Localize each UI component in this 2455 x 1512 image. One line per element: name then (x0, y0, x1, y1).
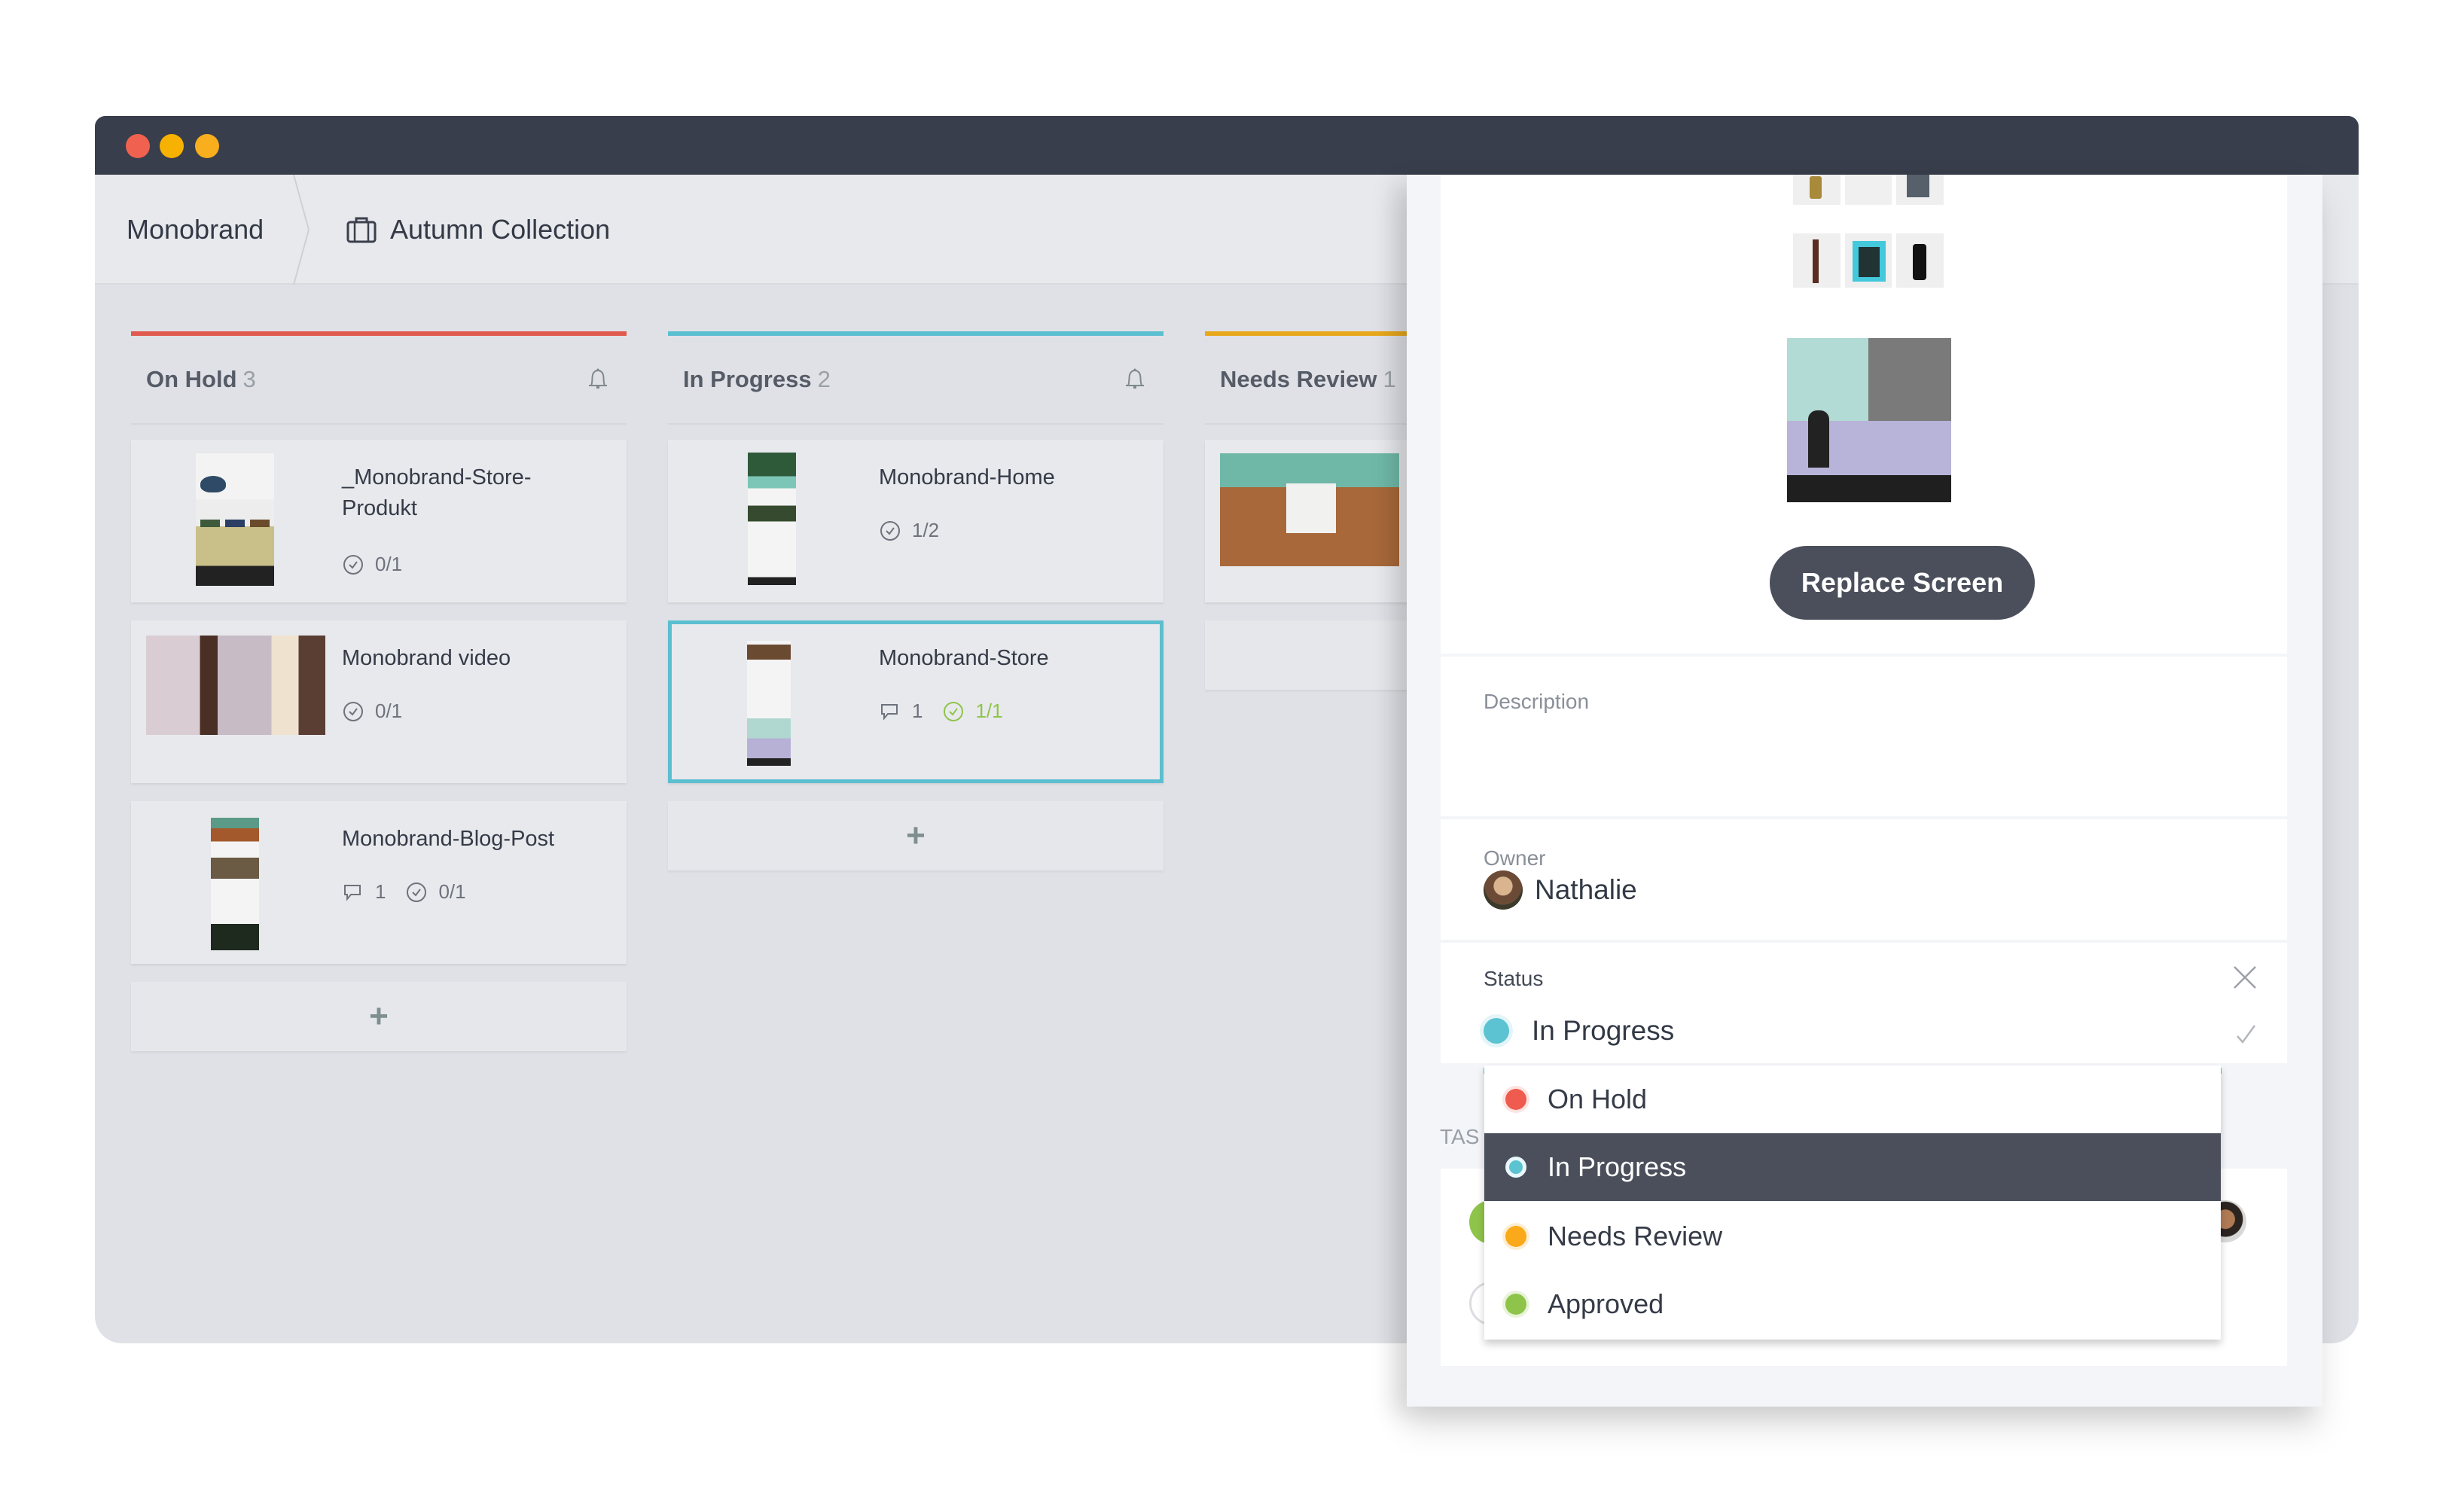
card-thumbnail (1220, 453, 1399, 566)
status-select[interactable]: In Progress (1484, 1015, 1674, 1047)
breadcrumb-separator (293, 175, 310, 285)
owner-section: Owner Nathalie (1441, 819, 2287, 940)
column-on-hold: On Hold 3 _Monobrand-Store-Produkt 0/1 M… (131, 331, 627, 1051)
board-card[interactable]: Monobrand video 0/1 (131, 620, 627, 783)
minimize-window-button[interactable] (160, 134, 184, 158)
board-card[interactable]: _Monobrand-Store-Produkt 0/1 (131, 440, 627, 602)
task-count: 0/1 (342, 553, 402, 576)
check-circle-icon (407, 882, 427, 902)
add-card-button[interactable]: + (668, 801, 1163, 870)
task-count: 1/2 (879, 519, 939, 542)
status-color-dot (1505, 1089, 1526, 1110)
status-label: Status (1484, 967, 1544, 990)
board-card[interactable]: Monobrand-Blog-Post 1 0/1 (131, 801, 627, 964)
status-option-on-hold[interactable]: On Hold (1484, 1065, 2221, 1133)
briefcase-icon (346, 217, 377, 243)
screen-preview-image (1787, 175, 1951, 502)
check-circle-icon (343, 554, 363, 575)
card-title: Monobrand-Blog-Post (342, 827, 555, 851)
column-count: 1 (1383, 366, 1396, 392)
column-title: Needs Review (1220, 366, 1377, 392)
owner-label: Owner (1484, 846, 1546, 870)
close-window-button[interactable] (126, 134, 150, 158)
breadcrumb-label: Autumn Collection (390, 214, 611, 245)
card-title: _Monobrand-Store-Produkt (342, 465, 532, 520)
owner-selector[interactable]: Nathalie (1484, 870, 1637, 910)
breadcrumb-label: Monobrand (127, 214, 264, 245)
plus-icon: + (906, 817, 926, 854)
screen-preview-card: Replace Screen (1441, 175, 2287, 654)
check-circle-icon (944, 701, 964, 721)
zoom-window-button[interactable] (195, 134, 219, 158)
plus-icon: + (369, 998, 389, 1035)
card-thumbnail (196, 453, 274, 586)
board-card[interactable]: Monobrand-Home 1/2 (668, 440, 1163, 602)
column-in-progress: In Progress 2 Monobrand-Home 1/2 Monobra… (668, 331, 1163, 870)
column-title: In Progress (683, 366, 812, 392)
status-dropdown: On Hold In Progress Needs Review Approve… (1484, 1065, 2221, 1340)
status-color-dot (1484, 1018, 1509, 1044)
add-card-button[interactable]: + (131, 982, 627, 1051)
task-count: 0/1 (405, 880, 466, 904)
board-card-selected[interactable]: Monobrand-Store 1 1/1 (668, 620, 1163, 783)
bell-icon[interactable] (1121, 366, 1148, 393)
comment-icon (344, 884, 361, 901)
card-title: Monobrand video (342, 646, 511, 670)
confirm-check-icon[interactable] (2233, 1021, 2258, 1047)
card-thumbnail (747, 641, 791, 766)
avatar (1484, 870, 1523, 910)
card-meta: 0/1 (342, 700, 422, 723)
task-count-complete: 1/1 (942, 700, 1003, 723)
check-circle-icon (343, 701, 363, 721)
close-icon[interactable] (2231, 964, 2258, 991)
card-meta: 1 0/1 (342, 880, 486, 904)
card-title: Monobrand-Store (879, 646, 1049, 670)
column-header: In Progress 2 (668, 336, 1163, 425)
card-thumbnail (748, 453, 796, 585)
task-count: 0/1 (342, 700, 402, 723)
card-title: Monobrand-Home (879, 465, 1055, 489)
status-option-approved[interactable]: Approved (1484, 1270, 2221, 1338)
comment-count: 1 (879, 700, 923, 723)
card-thumbnail (211, 818, 259, 950)
comment-count: 1 (342, 880, 386, 904)
description-input[interactable] (1484, 724, 2237, 800)
owner-name: Nathalie (1535, 874, 1637, 905)
comment-icon (881, 703, 898, 721)
column-header: On Hold 3 (131, 336, 627, 425)
check-circle-icon (880, 520, 900, 541)
description-label: Description (1484, 690, 1590, 713)
status-color-dot (1505, 1157, 1526, 1178)
card-meta: 0/1 (342, 553, 422, 576)
breadcrumb-item-project[interactable]: Monobrand (127, 175, 264, 285)
title-bar (95, 116, 2359, 175)
status-option-in-progress[interactable]: In Progress (1484, 1133, 2221, 1201)
status-color-dot (1505, 1294, 1526, 1315)
status-color-dot (1505, 1226, 1526, 1247)
status-section: Status In Progress (1441, 943, 2287, 1074)
column-title: On Hold (146, 366, 237, 392)
column-count: 2 (817, 366, 831, 392)
breadcrumb-item-collection[interactable]: Autumn Collection (346, 175, 610, 285)
status-option-needs-review[interactable]: Needs Review (1484, 1203, 2221, 1270)
replace-screen-button[interactable]: Replace Screen (1770, 546, 2035, 620)
bell-icon[interactable] (584, 366, 611, 393)
column-count: 3 (242, 366, 256, 392)
card-meta: 1/2 (879, 519, 959, 542)
status-value: In Progress (1532, 1015, 1675, 1046)
card-meta: 1 1/1 (879, 700, 1023, 723)
description-section: Description (1441, 657, 2287, 816)
tasks-section-label: TAS (1440, 1125, 1480, 1148)
card-thumbnail (146, 636, 325, 735)
